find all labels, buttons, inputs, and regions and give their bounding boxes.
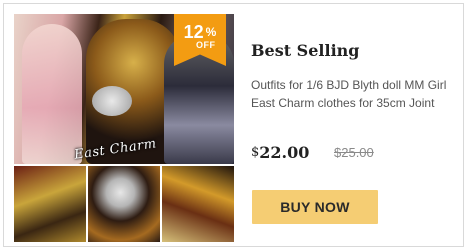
original-price: $25.00 — [334, 145, 374, 160]
price-amount: 22.00 — [259, 143, 310, 162]
product-description[interactable]: Outfits for 1/6 BJD Blyth doll MM Girl E… — [251, 76, 461, 112]
current-price: $22.00 — [251, 143, 309, 162]
product-card: East Charm 12% OFF Best Selling Outfits … — [3, 3, 464, 247]
discount-off-label: OFF — [196, 40, 216, 50]
thumbnail-image[interactable] — [88, 166, 160, 242]
jade-medallion — [92, 86, 132, 116]
thumbnail-image[interactable] — [162, 166, 234, 242]
discount-percent: 12% — [183, 22, 217, 42]
thumbnail-image[interactable] — [14, 166, 86, 242]
product-title: Best Selling — [251, 41, 360, 60]
buy-now-button[interactable]: BUY NOW — [252, 190, 378, 224]
doll-figure-pink — [22, 24, 82, 164]
